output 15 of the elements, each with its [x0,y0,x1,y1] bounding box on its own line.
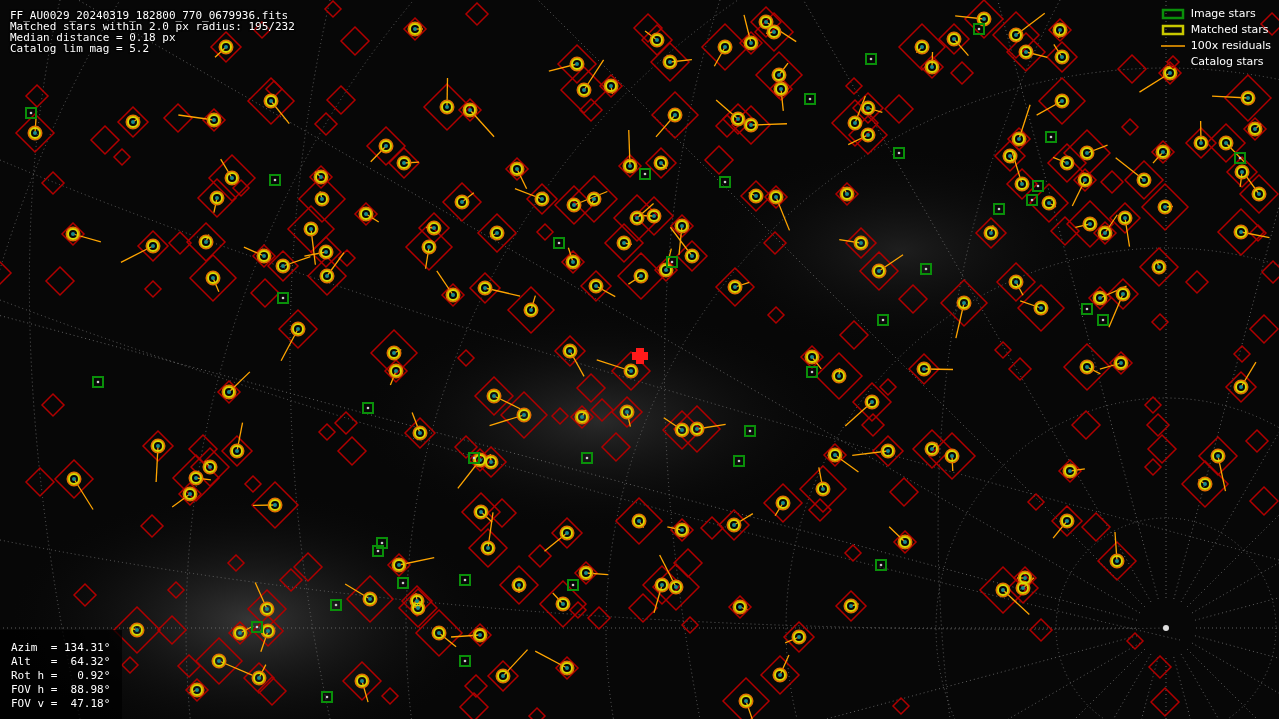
info-line: Catalog lim mag = 5.2 [10,43,151,54]
pointing-line: FOV h = 88.98° [11,684,112,695]
legend-label: Catalog stars [1190,55,1264,68]
pointing-line: Rot h = 0.92° [11,670,112,681]
legend-label: Image stars [1190,7,1256,20]
pointing-line: Alt = 64.32° [11,656,112,667]
pointing-line: Azim = 134.31° [11,642,112,653]
legend-label: 100x residuals [1190,39,1271,52]
rectangle-icon [1160,22,1185,37]
pointing-line: FOV v = 47.18° [11,698,112,709]
info-line: Median distance = 0.18 px [10,32,176,43]
legend-label: Matched stars [1190,23,1269,36]
info-line: FF_AU0029_20240319_182800_770_0679936.fits [10,10,290,21]
rectangle-icon [1160,6,1185,21]
line-icon [1160,44,1185,47]
